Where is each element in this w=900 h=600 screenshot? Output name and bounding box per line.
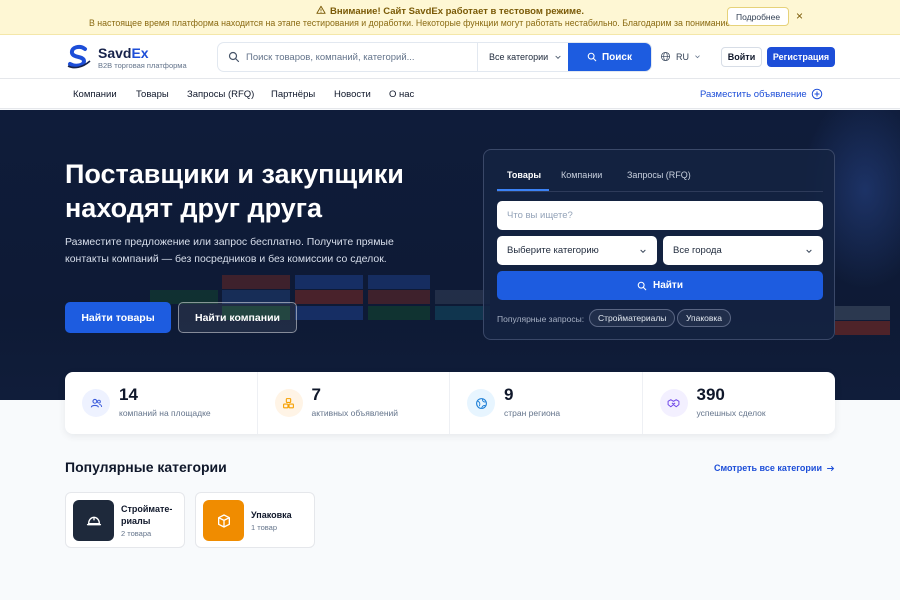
category-select[interactable]: Выберите категорию <box>497 236 657 265</box>
find-companies-button[interactable]: Найти компании <box>178 302 297 333</box>
chevron-down-icon <box>555 55 561 59</box>
chevron-down-icon <box>806 249 812 253</box>
hero-section: Поставщики и закупщики находят друг друг… <box>0 110 900 400</box>
search-button[interactable]: Поиск <box>568 43 651 71</box>
arrow-right-icon <box>827 465 835 471</box>
popular-chip[interactable]: Упаковка <box>677 309 732 327</box>
brand-name[interactable]: SavdEx <box>98 45 149 61</box>
language-selector[interactable]: RU <box>660 51 701 62</box>
warning-icon <box>316 5 326 18</box>
tab-rfq[interactable]: Запросы (RFQ) <box>627 170 691 180</box>
chevron-down-icon <box>695 55 700 59</box>
stat-companies: 14 компаний на площадке <box>65 372 258 434</box>
stats-panel: 14 компаний на площадке 7 активных объяв… <box>65 372 835 434</box>
see-all-categories-link[interactable]: Смотреть все категории <box>714 463 835 473</box>
globe-icon <box>660 51 671 62</box>
tab-divider <box>497 191 823 192</box>
register-button[interactable]: Регистрация <box>767 47 835 67</box>
nav-item-products[interactable]: Товары <box>136 89 169 100</box>
site-header: SavdEx B2B торговая платформа Все катего… <box>0 35 900 79</box>
category-name: Стройма­те­риалы <box>121 504 173 526</box>
category-dropdown[interactable]: Все категории <box>477 43 570 71</box>
boxes-icon <box>274 389 303 417</box>
handshake-icon <box>659 389 688 417</box>
chevron-down-icon <box>640 249 646 253</box>
search-bar: Все категории Поиск <box>217 42 652 72</box>
hero-title: Поставщики и закупщики находят друг друг… <box>65 159 404 223</box>
category-count: 2 товара <box>121 529 152 538</box>
nav-item-partners[interactable]: Партнёры <box>271 89 315 100</box>
find-goods-button[interactable]: Найти товары <box>65 302 171 333</box>
categories-title: Популярные категории <box>65 459 227 475</box>
query-input[interactable] <box>497 201 823 230</box>
find-button[interactable]: Найти <box>497 271 823 300</box>
close-icon[interactable]: × <box>796 9 803 23</box>
stat-listings: 7 активных объявлений <box>258 372 450 434</box>
city-select[interactable]: Все города <box>663 236 823 265</box>
popular-queries-label: Популярные запросы: <box>497 314 585 324</box>
post-ad-link[interactable]: Разместить объявление <box>700 88 823 100</box>
logo-icon[interactable] <box>66 44 92 70</box>
banner-title: Внимание! Сайт SavdEx работает в тестово… <box>329 6 584 17</box>
main-nav: Компании Товары Запросы (RFQ) Партнёры Н… <box>0 79 900 109</box>
brand-tagline: B2B торговая платформа <box>98 61 187 70</box>
nav-item-about[interactable]: О нас <box>389 89 414 100</box>
search-icon <box>587 52 597 62</box>
tab-products[interactable]: Товары <box>507 170 541 180</box>
stat-deals: 390 успешных сделок <box>643 372 836 434</box>
category-card-construction[interactable]: Стройма­те­риалы 2 товара <box>65 492 185 548</box>
category-name: Упаковка <box>251 510 292 520</box>
category-card-packaging[interactable]: Упаковка 1 товар <box>195 492 315 548</box>
helmet-icon <box>73 500 114 541</box>
tab-companies[interactable]: Компании <box>561 170 602 180</box>
hero-description: Разместите предложение или запрос беспла… <box>65 236 394 265</box>
stat-countries: 9 стран региона <box>450 372 643 434</box>
search-icon <box>637 281 647 290</box>
warning-banner: Внимание! Сайт SavdEx работает в тестово… <box>0 0 900 35</box>
banner-more-button[interactable]: Подробнее <box>727 7 790 26</box>
popular-chip[interactable]: Стройматериалы <box>589 309 676 327</box>
plus-circle-icon <box>811 88 822 100</box>
nav-item-companies[interactable]: Компании <box>73 89 117 100</box>
search-input[interactable] <box>246 43 476 71</box>
users-icon <box>82 389 110 417</box>
box-icon <box>203 500 244 541</box>
category-count: 1 товар <box>251 523 278 532</box>
login-button[interactable]: Войти <box>721 47 762 67</box>
search-card: Товары Компании Запросы (RFQ) Выберите к… <box>483 149 835 340</box>
nav-item-rfq[interactable]: Запросы (RFQ) <box>187 89 254 100</box>
active-tab-indicator <box>497 189 549 191</box>
nav-item-news[interactable]: Новости <box>334 89 371 100</box>
globe-icon <box>467 389 495 417</box>
search-icon <box>228 51 240 63</box>
